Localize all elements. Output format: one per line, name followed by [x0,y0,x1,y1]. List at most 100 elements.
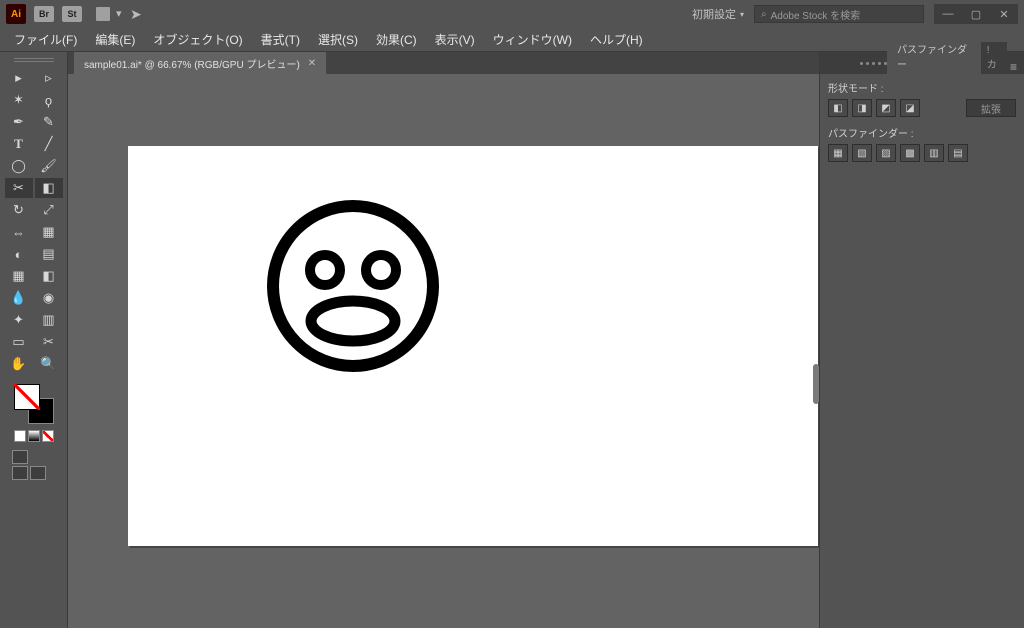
gpu-rocket-icon[interactable]: ➤ [130,6,142,23]
curvature-tool[interactable]: ✎ [35,112,63,132]
artboard-tool[interactable]: ▭ [5,332,33,352]
arrange-icon[interactable] [96,7,110,21]
collapsed-panel-icons[interactable] [850,52,887,74]
menu-edit[interactable]: 編集(E) [87,29,143,50]
menu-effect[interactable]: 効果(C) [368,29,425,50]
draw-inside-icon[interactable] [30,466,46,480]
zoom-tool[interactable]: 🔍 [35,354,63,374]
arrange-dropdown-icon[interactable]: ▾ [116,7,122,21]
tool-grid: ▸ ▹ ✶ ϙ ✒ ✎ T ╱ ◯ 🖌 ✂ ◧ ↻ ⤢ ⇔ ▦ ◐ ▤ ▦ ◧ … [5,68,63,374]
stock-search-input[interactable]: ⌕ Adobe Stock を検索 [754,5,924,23]
close-tab-icon[interactable]: ✕ [308,58,316,69]
column-graph-tool[interactable]: ▥ [35,310,63,330]
document-tabbar: sample01.ai* @ 66.67% (RGB/GPU プレビュー) ✕ [68,52,819,74]
app-logo: Ai [6,4,26,24]
slice-tool[interactable]: ✂ [35,332,63,352]
window-controls: — ▢ ✕ [934,4,1018,24]
shape-modes-label: 形状モード : [828,80,1016,95]
search-icon: ⌕ [761,9,767,20]
arrange-documents[interactable]: ▾ [96,7,122,21]
menu-type[interactable]: 書式(T) [253,29,308,50]
eyedropper-tool[interactable]: 💧 [5,288,33,308]
minimize-button[interactable]: — [934,4,962,24]
close-button[interactable]: ✕ [990,4,1018,24]
menu-window[interactable]: ウィンドウ(W) [485,29,580,50]
minus-front-icon[interactable]: ◨ [852,99,872,117]
outline-icon[interactable]: ▥ [924,144,944,162]
smiley-right-eye[interactable] [366,255,396,285]
lasso-tool[interactable]: ϙ [35,90,63,110]
document-tab-label: sample01.ai* @ 66.67% (RGB/GPU プレビュー) [84,56,300,71]
merge-icon[interactable]: ▨ [876,144,896,162]
panel-drag-handle[interactable] [14,58,54,64]
document-tab[interactable]: sample01.ai* @ 66.67% (RGB/GPU プレビュー) ✕ [74,52,326,74]
hand-tool[interactable]: ✋ [5,354,33,374]
canvas[interactable] [68,74,819,628]
selection-tool[interactable]: ▸ [5,68,33,88]
divide-icon[interactable]: ▦ [828,144,848,162]
pathfinders-label: パスファインダー : [828,125,1016,140]
draw-behind-icon[interactable] [12,466,28,480]
titlebar: Ai Br St ▾ ➤ 初期設定 ▾ ⌕ Adobe Stock を検索 — … [0,0,1024,28]
stock-badge[interactable]: St [62,6,82,22]
intersect-icon[interactable]: ◩ [876,99,896,117]
paintbrush-tool[interactable]: 🖌 [35,156,63,176]
menu-view[interactable]: 表示(V) [427,29,483,50]
unite-icon[interactable]: ◧ [828,99,848,117]
color-mode-gradient[interactable] [28,430,40,442]
scale-tool[interactable]: ⤢ [35,200,63,220]
free-transform-tool[interactable]: ▦ [35,222,63,242]
screen-mode-row [6,450,62,480]
fill-swatch[interactable] [14,384,40,410]
tab-truncated[interactable]: ! カ [981,42,1007,74]
expand-button[interactable]: 拡張 [966,99,1016,117]
color-mode-none[interactable] [42,430,54,442]
workspace-switcher[interactable]: 初期設定 ▾ [692,6,744,22]
menu-object[interactable]: オブジェクト(O) [145,29,250,50]
trim-icon[interactable]: ▧ [852,144,872,162]
menubar: ファイル(F) 編集(E) オブジェクト(O) 書式(T) 選択(S) 効果(C… [0,28,1024,52]
artboard[interactable] [128,146,818,546]
smiley-artwork[interactable] [263,196,443,376]
eraser-tool[interactable]: ◧ [35,178,63,198]
rotate-tool[interactable]: ↻ [5,200,33,220]
menu-help[interactable]: ヘルプ(H) [582,29,651,50]
smiley-left-eye[interactable] [310,255,340,285]
shape-builder-tool[interactable]: ◐ [5,244,33,264]
shape-modes-row: ◧ ◨ ◩ ◪ 拡張 [828,99,1016,117]
smiley-mouth[interactable] [311,301,395,341]
crop-icon[interactable]: ▩ [900,144,920,162]
perspective-grid-tool[interactable]: ▤ [35,244,63,264]
maximize-button[interactable]: ▢ [962,4,990,24]
blend-tool[interactable]: ◉ [35,288,63,308]
draw-normal-icon[interactable] [12,450,28,464]
panel-dock: パスファインダー ! カ ≡ 形状モード : ◧ ◨ ◩ ◪ 拡張 パスファイン… [819,52,1024,628]
gradient-tool[interactable]: ◧ [35,266,63,286]
minus-back-icon[interactable]: ▤ [948,144,968,162]
pen-tool[interactable]: ✒ [5,112,33,132]
magic-wand-tool[interactable]: ✶ [5,90,33,110]
panel-flyout-menu-icon[interactable]: ≡ [1007,60,1024,74]
ellipse-tool[interactable]: ◯ [5,156,33,176]
symbol-sprayer-tool[interactable]: ✦ [5,310,33,330]
mesh-tool[interactable]: ▦ [5,266,33,286]
tab-pathfinder[interactable]: パスファインダー [887,38,981,74]
line-segment-tool[interactable]: ╱ [35,134,63,154]
fill-stroke-swatch[interactable] [14,384,54,424]
width-tool[interactable]: ⇔ [5,222,33,242]
document-area: sample01.ai* @ 66.67% (RGB/GPU プレビュー) ✕ [68,52,819,628]
shaper-tool[interactable]: ✂ [5,178,33,198]
vertical-scrollbar[interactable] [813,364,819,404]
exclude-icon[interactable]: ◪ [900,99,920,117]
color-mode-row [14,430,54,442]
main-area: ▸ ▹ ✶ ϙ ✒ ✎ T ╱ ◯ 🖌 ✂ ◧ ↻ ⤢ ⇔ ▦ ◐ ▤ ▦ ◧ … [0,52,1024,628]
bridge-badge[interactable]: Br [34,6,54,22]
chevron-down-icon: ▾ [740,10,744,19]
menu-file[interactable]: ファイル(F) [6,29,85,50]
color-mode-solid[interactable] [14,430,26,442]
search-placeholder: Adobe Stock を検索 [771,7,860,22]
type-tool[interactable]: T [5,134,33,154]
menu-select[interactable]: 選択(S) [310,29,366,50]
panel-tabs: パスファインダー ! カ ≡ [820,52,1024,74]
direct-selection-tool[interactable]: ▹ [35,68,63,88]
